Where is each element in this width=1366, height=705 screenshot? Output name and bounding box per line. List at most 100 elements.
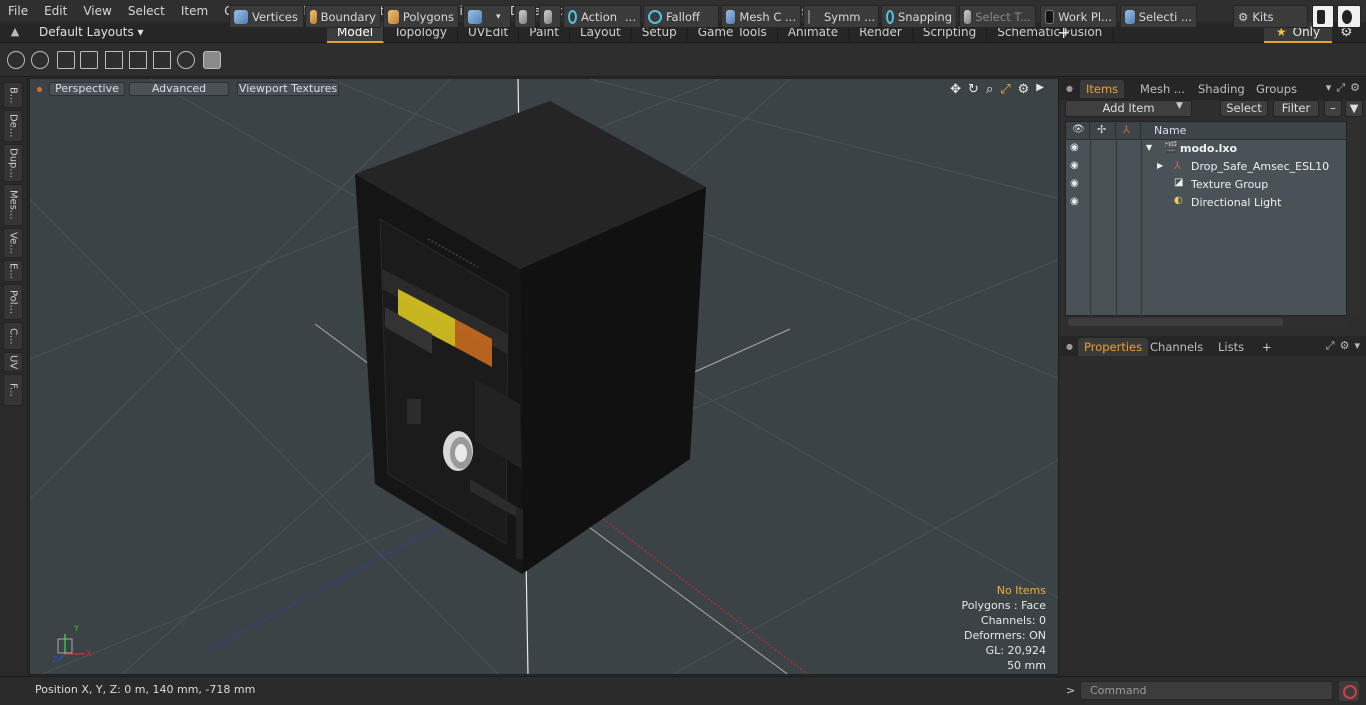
selection-sets-button[interactable]: Selecti ... [1120,5,1197,28]
layout-switch-icon[interactable]: ▲ [8,25,22,39]
tab-lists[interactable]: Lists [1212,338,1250,356]
name-column-header[interactable]: Name [1154,124,1186,137]
collapse-icon[interactable]: – [1324,100,1342,117]
eye-header-icon: 👁 [1072,124,1085,135]
visibility-eye-icon[interactable]: ◉ [1070,160,1079,171]
brush-icon[interactable] [80,51,98,69]
tab-groups[interactable]: Groups [1250,80,1303,98]
tree-row-texture-group[interactable]: ◉ ◪ Texture Group [1066,176,1346,194]
command-input[interactable]: Command [1080,681,1333,700]
rotate-view-icon[interactable]: ↻ [968,82,979,97]
left-tab-deform[interactable]: De... [3,110,23,142]
left-tab-edge[interactable]: E... [3,260,23,282]
left-tab-vertex[interactable]: Ve... [3,228,23,258]
panel-expand-icon[interactable]: ⤢ [1326,339,1335,353]
left-tab-basic[interactable]: B... [3,82,23,108]
left-tab-mesh-edit[interactable]: Mes... [3,184,23,226]
unity-button[interactable] [1312,5,1334,28]
mesh-constraints-button[interactable]: Mesh C ... [721,5,801,28]
add-panel-tab-icon[interactable]: + [1256,338,1278,356]
axis-z-label: Z [52,655,58,664]
pivot-mode-button[interactable] [539,5,561,28]
action-center-button[interactable]: Action ... [563,5,641,28]
panel-gear-icon[interactable]: ⚙ [1340,339,1350,353]
symmetry-label: Symm ... [824,9,876,24]
viewport-textures-button[interactable]: Viewport Textures [237,82,339,96]
maximize-icon[interactable]: ⤢ [1000,82,1010,97]
work-plane-button[interactable]: Work Pl... [1040,5,1117,28]
tree-vertical-scrollbar[interactable] [1348,121,1362,316]
select-circle-icon[interactable] [7,51,25,69]
tab-mesh-ops[interactable]: Mesh ... [1134,80,1191,98]
menu-item[interactable]: Item [173,0,216,22]
tree-row-light[interactable]: ◉ ◐ Directional Light [1066,194,1346,212]
pen-icon[interactable] [57,51,75,69]
menu-select[interactable]: Select [120,0,173,22]
vertices-icon [234,9,248,24]
tree-row-scene[interactable]: ◉ ▼ 🎬 modo.lxo [1066,140,1346,158]
pie-icon[interactable] [177,51,195,69]
work-plane-label: Work Pl... [1058,9,1112,24]
tab-shading[interactable]: Shading [1192,80,1251,98]
default-layouts-dropdown[interactable]: Default Layouts ▾ [39,25,144,39]
viewport-gear-icon[interactable]: ⚙ [1018,82,1030,97]
tab-items[interactable]: Items [1080,80,1125,98]
item-mode-dropdown[interactable]: ▾ [463,5,511,28]
viewport-more-icon[interactable]: ▶ [1036,82,1044,97]
boundary-button[interactable]: Boundary [305,5,381,28]
tab-properties[interactable]: Properties [1078,338,1149,356]
left-tab-duplicate[interactable]: Dup... [3,144,23,182]
expand-triangle-icon[interactable]: ▼ [1146,143,1152,152]
visibility-eye-icon[interactable]: ◉ [1070,142,1079,153]
add-item-chevron-icon[interactable]: ▼ [1176,101,1183,111]
left-tab-polygon[interactable]: Pol... [3,284,23,320]
globe-icon[interactable] [31,51,49,69]
falloff-button[interactable]: Falloff [643,5,719,28]
left-tab-curve[interactable]: C... [3,322,23,350]
kits-button[interactable]: ⚙ Kits [1233,5,1308,28]
select-button[interactable]: Select [1220,100,1268,117]
snapping-button[interactable]: Snapping [881,5,957,28]
left-tab-uv[interactable]: UV [3,352,23,372]
material-mode-button[interactable] [514,5,536,28]
record-macro-icon[interactable] [1339,681,1359,701]
funnel-icon[interactable]: ▼ [1345,100,1363,117]
snapping-label: Snapping [897,9,952,24]
menu-view[interactable]: View [75,0,119,22]
polygons-button[interactable]: Polygons [383,5,459,28]
menu-edit[interactable]: Edit [36,0,75,22]
panel-dropdown-icon[interactable]: ▾ [1326,81,1332,95]
filter-button[interactable]: Filter [1273,100,1319,117]
visibility-eye-icon[interactable]: ◉ [1070,178,1079,189]
scrollbar-thumb[interactable] [1068,318,1283,326]
expand-triangle-icon[interactable]: ▶ [1157,161,1163,170]
snap-box-icon[interactable] [153,51,171,69]
panel-gear-icon[interactable]: ⚙ [1350,81,1360,95]
perspective-button[interactable]: Perspective [49,82,125,96]
visibility-eye-icon[interactable]: ◉ [1070,196,1079,207]
axis-x-label: X [86,649,92,658]
panel-expand-icon[interactable]: ⤢ [1336,81,1345,95]
properties-panel-controls: ⤢ ⚙ ▾ [1326,339,1360,353]
move-view-icon[interactable]: ✥ [950,82,961,97]
select-through-button[interactable]: Select T... [959,5,1036,28]
menu-file[interactable]: File [0,0,36,22]
symmetry-button[interactable]: Symm ... [803,5,879,28]
falloff-icon [648,9,662,24]
tab-channels[interactable]: Channels [1144,338,1209,356]
advanced-button[interactable]: Advanced [129,82,229,96]
add-item-button[interactable]: Add Item [1065,100,1192,117]
zoom-icon[interactable]: ⌕ [986,82,993,97]
3d-viewport[interactable]: Perspective Advanced Viewport Textures ✥… [29,78,1059,675]
unreal-button[interactable] [1337,5,1361,28]
left-tab-fusion[interactable]: F... [3,374,23,406]
center-icon[interactable] [129,51,147,69]
panel-dropdown-icon[interactable]: ▾ [1354,339,1360,353]
vertices-button[interactable]: Vertices [229,5,304,28]
lock-header-icon: ✢ [1097,123,1107,136]
polygons-icon [388,9,399,24]
mesh-cube-icon[interactable] [203,51,221,69]
tree-row-mesh[interactable]: ◉ ▶ ⅄ Drop_Safe_Amsec_ESL10 [1066,158,1346,176]
tree-horizontal-scrollbar[interactable] [1065,316,1347,328]
align-icon[interactable] [105,51,123,69]
